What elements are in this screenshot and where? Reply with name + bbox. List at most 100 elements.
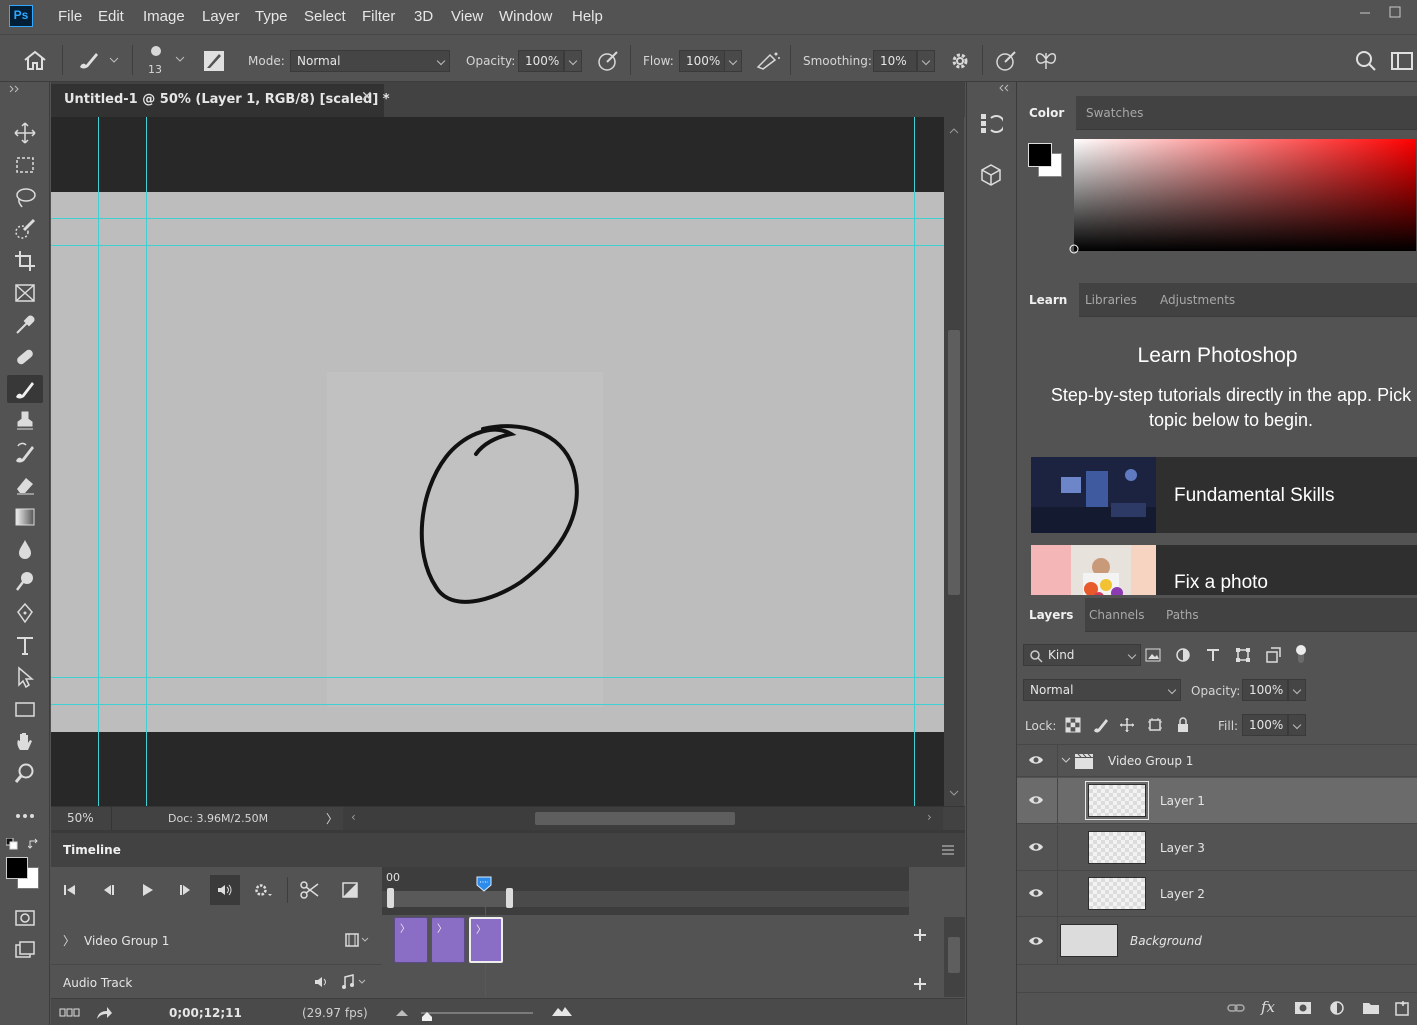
link-layers-button[interactable] — [1227, 1001, 1245, 1015]
timeline-menu-button[interactable] — [941, 844, 955, 856]
maximize-button[interactable] — [1380, 0, 1410, 24]
play-button[interactable] — [132, 875, 162, 905]
home-button[interactable] — [22, 49, 48, 71]
go-to-first-frame-button[interactable] — [55, 875, 85, 905]
eye-visibility-icon[interactable] — [1028, 754, 1044, 766]
status-menu-arrow[interactable]: 〉 — [326, 810, 338, 827]
photoshop-logo[interactable]: Ps — [9, 5, 33, 27]
hand-tool[interactable] — [7, 727, 43, 755]
background-thumbnail[interactable] — [1060, 924, 1118, 957]
menu-view[interactable]: View — [451, 8, 483, 25]
video-group-track[interactable]: 〉 Video Group 1 — [51, 915, 382, 965]
brush-settings-toggle[interactable] — [202, 49, 226, 73]
menu-window[interactable]: Window — [499, 8, 552, 25]
layer-effects-fx-icon[interactable]: fx — [1261, 998, 1275, 1016]
eye-visibility-icon[interactable] — [1028, 887, 1044, 899]
pressure-opacity-button[interactable] — [596, 49, 620, 73]
flow-input[interactable]: 100% — [679, 50, 725, 72]
lock-transparent-pixels-button[interactable] — [1065, 717, 1081, 733]
convert-to-frame-animation-button[interactable] — [59, 1007, 81, 1019]
menu-edit[interactable]: Edit — [98, 8, 124, 25]
mute-audio-button[interactable] — [210, 875, 240, 905]
healing-brush-tool[interactable] — [7, 343, 43, 371]
expand-panels-icon[interactable] — [997, 83, 1011, 93]
eye-visibility-icon[interactable] — [1028, 841, 1044, 853]
rectangle-tool[interactable] — [7, 695, 43, 723]
lock-artboard-button[interactable] — [1147, 717, 1163, 733]
marquee-tool[interactable] — [7, 151, 43, 179]
layer-filter-kind-select[interactable]: Kind — [1023, 644, 1141, 666]
layer-opacity-input[interactable]: 100% — [1242, 679, 1288, 701]
layer-row[interactable]: Layer 2 — [1017, 871, 1417, 917]
airbrush-button[interactable] — [755, 49, 781, 73]
brush-size-picker[interactable]: 13 — [142, 43, 172, 79]
workspace-button[interactable] — [1390, 49, 1414, 73]
tab-paths[interactable]: Paths — [1154, 598, 1211, 632]
timeline-zoom-slider[interactable] — [421, 1006, 533, 1022]
mode-select[interactable]: Normal — [290, 50, 450, 72]
color-panel-foreground-swatch[interactable] — [1028, 143, 1052, 167]
horizontal-scroll-thumb[interactable] — [535, 812, 735, 825]
brush-tool[interactable] — [7, 375, 43, 403]
audio-mute-button[interactable] — [313, 975, 331, 989]
new-adjustment-layer-button[interactable] — [1328, 1000, 1346, 1016]
smoothing-dropdown[interactable] — [917, 50, 935, 72]
tab-color[interactable]: Color — [1017, 96, 1077, 130]
work-area-start-handle[interactable] — [387, 888, 394, 908]
swap-colors-icon[interactable] — [28, 838, 40, 850]
screen-mode-button[interactable] — [7, 936, 43, 964]
menu-select[interactable]: Select — [304, 8, 346, 25]
tab-swatches[interactable]: Swatches — [1074, 96, 1155, 130]
learn-card-fundamental-skills[interactable]: Fundamental Skills — [1031, 457, 1417, 533]
brush-picker-dropdown[interactable] — [174, 53, 186, 65]
default-colors-icon[interactable] — [6, 838, 18, 850]
filter-pixel-layers-button[interactable] — [1145, 647, 1161, 663]
path-selection-tool[interactable] — [7, 663, 43, 691]
tab-learn[interactable]: Learn — [1017, 283, 1080, 317]
quick-mask-button[interactable] — [7, 904, 43, 932]
frame-tool[interactable] — [7, 279, 43, 307]
menu-3d[interactable]: 3D — [414, 8, 433, 25]
eyedropper-tool[interactable] — [7, 311, 43, 339]
lock-all-button[interactable] — [1175, 717, 1191, 733]
next-frame-button[interactable] — [171, 875, 201, 905]
tab-layers[interactable]: Layers — [1017, 598, 1086, 632]
layer-row[interactable]: Layer 3 — [1017, 825, 1417, 871]
layer-row-background[interactable]: Background — [1017, 917, 1417, 965]
minimize-button[interactable] — [1350, 0, 1380, 24]
audio-media-menu[interactable] — [341, 974, 371, 990]
document-canvas[interactable] — [51, 192, 944, 732]
brush-tool-preset[interactable] — [76, 49, 120, 71]
menu-image[interactable]: Image — [143, 8, 185, 25]
layer-thumbnail[interactable] — [1088, 831, 1146, 864]
history-brush-tool[interactable] — [7, 439, 43, 467]
dodge-tool[interactable] — [7, 567, 43, 595]
crop-tool[interactable] — [7, 247, 43, 275]
work-area-end-handle[interactable] — [506, 888, 513, 908]
transition-button[interactable] — [335, 875, 365, 905]
zoom-out-timeline-button[interactable] — [395, 1005, 409, 1019]
layer-fill-input[interactable]: 100% — [1242, 714, 1288, 736]
eye-visibility-icon[interactable] — [1028, 794, 1044, 806]
eye-visibility-icon[interactable] — [1028, 935, 1044, 947]
add-layer-mask-button[interactable] — [1294, 1000, 1312, 1016]
document-tab[interactable]: Untitled-1 @ 50% (Layer 1, RGB/8) [scale… — [51, 84, 390, 117]
chevron-down-icon[interactable] — [1061, 755, 1071, 765]
layer-opacity-dropdown[interactable] — [1288, 679, 1306, 701]
playback-settings-button[interactable] — [248, 875, 278, 905]
expand-track-icon[interactable]: 〉 — [63, 932, 75, 949]
tab-libraries[interactable]: Libraries — [1073, 283, 1149, 317]
opacity-input[interactable]: 100% — [518, 50, 564, 72]
canvas-area[interactable] — [51, 117, 944, 806]
split-at-playhead-button[interactable] — [295, 875, 325, 905]
zoom-tool[interactable] — [7, 759, 43, 787]
timeline-ruler[interactable]: 00 — [382, 867, 909, 915]
new-layer-button[interactable] — [1394, 1000, 1412, 1016]
layer-blend-mode-select[interactable]: Normal — [1023, 679, 1181, 701]
learn-card-fix-a-photo[interactable]: Fix a photo — [1031, 545, 1417, 595]
filter-adjustment-layers-button[interactable] — [1175, 647, 1191, 663]
tab-adjustments[interactable]: Adjustments — [1148, 283, 1247, 317]
timeline-vertical-scrollbar[interactable] — [944, 917, 965, 997]
close-document-icon[interactable]: ✕ — [361, 89, 373, 105]
tab-channels[interactable]: Channels — [1077, 598, 1157, 632]
